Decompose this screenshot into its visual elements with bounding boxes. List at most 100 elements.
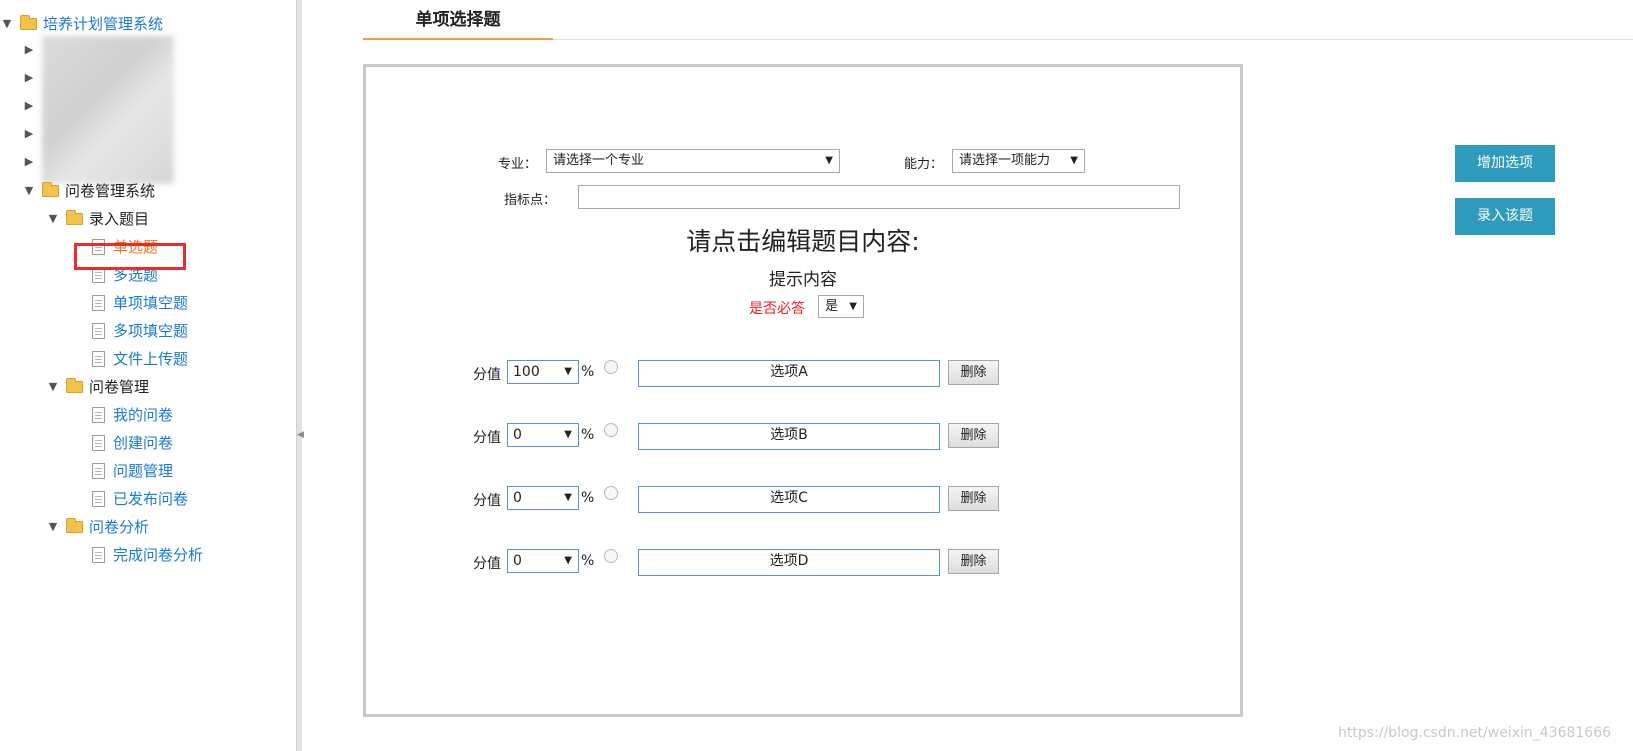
tree-label[interactable]: 文件上传题: [113, 346, 188, 372]
option-score-value: 100: [513, 364, 540, 380]
percent-sign: %: [581, 553, 595, 569]
tree-item-file-upload[interactable]: 文件上传题: [92, 346, 188, 372]
tree-node-questionnaire-mgmt[interactable]: ▼ 问卷管理: [46, 374, 149, 400]
tree-label[interactable]: 录入题目: [89, 206, 149, 232]
delete-option-button[interactable]: 删除: [948, 549, 999, 574]
percent-sign: %: [581, 427, 595, 443]
tree-node-questionnaire-system[interactable]: ▼ 问卷管理系统: [22, 178, 155, 204]
watermark-text: https://blog.csdn.net/weixin_43681666: [1338, 725, 1612, 741]
option-radio[interactable]: [604, 549, 618, 563]
tree-node-enter-questions[interactable]: ▼ 录入题目: [46, 206, 149, 232]
option-score-value: 0: [513, 427, 522, 443]
tree-node-collapsed[interactable]: ▶: [22, 93, 36, 119]
option-radio[interactable]: [604, 360, 618, 374]
indicator-label: 指标点：: [504, 193, 557, 208]
dropdown-arrow-icon: ▼: [825, 155, 833, 166]
option-text-input[interactable]: 选项D: [638, 549, 940, 576]
percent-sign: %: [581, 490, 595, 506]
tree-label[interactable]: 单项填空题: [113, 290, 188, 316]
percent-sign: %: [581, 364, 595, 380]
chevron-right-icon[interactable]: ▶: [22, 93, 36, 119]
tree-item-my-questionnaires[interactable]: 我的问卷: [92, 402, 173, 428]
tab-single-choice[interactable]: 单项选择题: [363, 0, 553, 40]
delete-option-button[interactable]: 删除: [948, 423, 999, 448]
delete-option-button[interactable]: 删除: [948, 360, 999, 385]
tab-bar: 单项选择题: [363, 0, 1633, 40]
option-score-select[interactable]: 0 ▼: [507, 423, 579, 447]
chevron-right-icon[interactable]: ▶: [22, 65, 36, 91]
redacted-area: [42, 36, 174, 184]
delete-option-button[interactable]: 删除: [948, 486, 999, 511]
tree-item-complete-analysis[interactable]: 完成问卷分析: [92, 542, 203, 568]
document-icon: [92, 491, 105, 507]
option-score-select[interactable]: 0 ▼: [507, 549, 579, 573]
tree-label-root[interactable]: 培养计划管理系统: [43, 11, 163, 37]
folder-icon: [20, 15, 37, 30]
option-radio[interactable]: [604, 423, 618, 437]
chevron-right-icon[interactable]: ▶: [22, 149, 36, 175]
chevron-down-icon[interactable]: ▼: [22, 178, 36, 204]
question-title[interactable]: 请点击编辑题目内容:: [366, 222, 1240, 258]
required-select-value: 是: [825, 299, 839, 314]
tree-label[interactable]: 问卷管理系统: [65, 178, 155, 204]
option-text-input[interactable]: 选项B: [638, 423, 940, 450]
ability-label: 能力：: [904, 157, 944, 172]
major-select[interactable]: 请选择一个专业 ▼: [546, 149, 840, 173]
tree-label[interactable]: 创建问卷: [113, 430, 173, 456]
tree-label[interactable]: 我的问卷: [113, 402, 173, 428]
option-score-select[interactable]: 0 ▼: [507, 486, 579, 510]
document-icon: [92, 435, 105, 451]
chevron-right-icon[interactable]: ▶: [22, 121, 36, 147]
tree-item-multi-fill[interactable]: 多项填空题: [92, 318, 188, 344]
folder-icon: [42, 182, 59, 197]
tree-node-questionnaire-analysis[interactable]: ▼ 问卷分析: [46, 514, 149, 540]
chevron-right-icon[interactable]: ▶: [22, 37, 36, 63]
dropdown-arrow-icon: ▼: [1070, 155, 1078, 166]
tree-item-published[interactable]: 已发布问卷: [92, 486, 188, 512]
tree-item-single-fill[interactable]: 单项填空题: [92, 290, 188, 316]
chevron-down-icon[interactable]: ▼: [46, 206, 60, 232]
option-radio[interactable]: [604, 486, 618, 500]
chevron-down-icon[interactable]: ▼: [46, 374, 60, 400]
tree-node-collapsed[interactable]: ▶: [22, 121, 36, 147]
document-icon: [92, 323, 105, 339]
tree-label[interactable]: 多项填空题: [113, 318, 188, 344]
document-icon: [92, 463, 105, 479]
indicator-input[interactable]: [578, 185, 1180, 209]
option-score-value: 0: [513, 553, 522, 569]
tree-label[interactable]: 问卷管理: [89, 374, 149, 400]
annotation-highlight-box: [74, 243, 186, 270]
required-select[interactable]: 是 ▼: [818, 295, 864, 318]
question-hint[interactable]: 提示内容: [366, 265, 1240, 290]
tree-label[interactable]: 问卷分析: [89, 514, 149, 540]
document-icon: [92, 295, 105, 311]
required-label: 是否必答: [749, 301, 805, 317]
option-text-input[interactable]: 选项C: [638, 486, 940, 513]
tree-node-root[interactable]: ▼ 培养计划管理系统: [0, 11, 163, 37]
tree-label[interactable]: 问题管理: [113, 458, 173, 484]
chevron-down-icon[interactable]: ▼: [46, 514, 60, 540]
ability-select[interactable]: 请选择一项能力 ▼: [952, 149, 1085, 173]
tree-node-collapsed[interactable]: ▶: [22, 149, 36, 175]
sidebar-resize-handle[interactable]: ◀: [296, 0, 304, 751]
major-select-value: 请选择一个专业: [553, 153, 645, 168]
add-option-button[interactable]: 增加选项: [1455, 145, 1555, 182]
submit-question-button[interactable]: 录入该题: [1455, 198, 1555, 235]
document-icon: [92, 547, 105, 563]
option-score-select[interactable]: 100 ▼: [507, 360, 579, 384]
collapse-arrow-icon[interactable]: ◀: [297, 430, 304, 440]
tree-label[interactable]: 完成问卷分析: [113, 542, 203, 568]
tree-item-question-mgmt[interactable]: 问题管理: [92, 458, 173, 484]
option-score-value: 0: [513, 490, 522, 506]
option-score-label: 分值: [473, 430, 501, 446]
chevron-down-icon[interactable]: ▼: [0, 11, 14, 37]
tree-node-collapsed[interactable]: ▶: [22, 65, 36, 91]
option-text-input[interactable]: 选项A: [638, 360, 940, 387]
dropdown-arrow-icon: ▼: [564, 429, 572, 440]
tree-item-create-questionnaire[interactable]: 创建问卷: [92, 430, 173, 456]
major-label: 专业：: [498, 157, 538, 172]
option-score-label: 分值: [473, 367, 501, 383]
tree-node-collapsed[interactable]: ▶: [22, 37, 36, 63]
sidebar-tree: ▼ 培养计划管理系统 ▶ ▶ ▶ ▶ ▶ ▼ 问卷管理系统 ▼ 录入题目 单选题…: [0, 0, 296, 751]
tree-label[interactable]: 已发布问卷: [113, 486, 188, 512]
